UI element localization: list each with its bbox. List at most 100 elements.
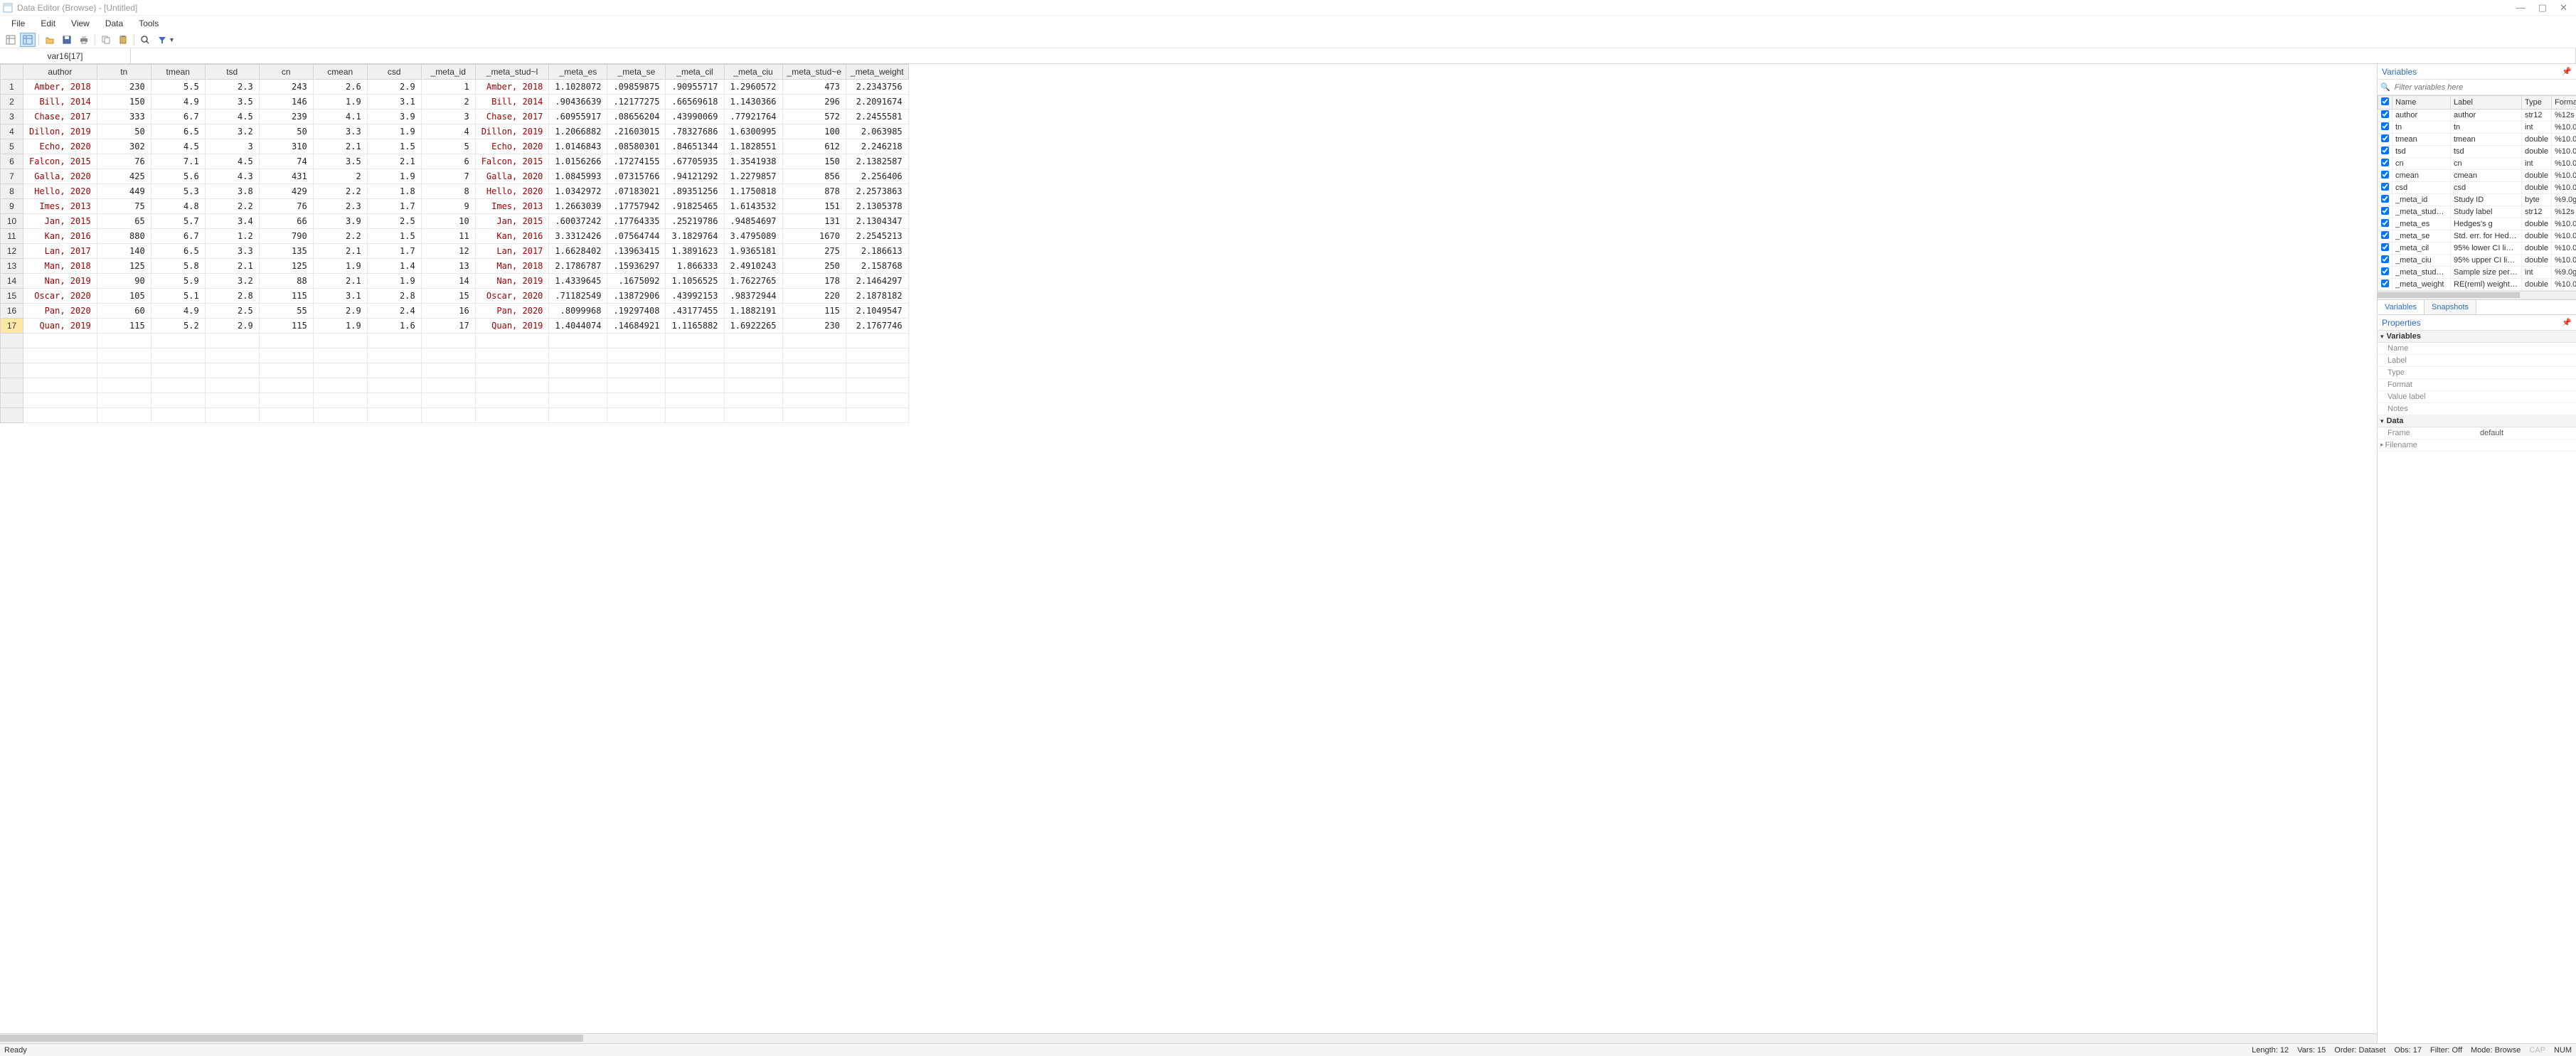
var-checkbox[interactable] (2381, 267, 2389, 275)
cell[interactable]: 1.9 (367, 274, 421, 289)
column-header[interactable]: _meta_weight (846, 65, 908, 80)
cell[interactable]: 76 (97, 154, 151, 169)
cell[interactable]: 3.5 (313, 154, 367, 169)
cell[interactable]: .15936297 (607, 259, 666, 274)
cell[interactable]: 125 (259, 259, 313, 274)
var-checkbox[interactable] (2381, 255, 2389, 263)
cell[interactable]: .60955917 (549, 110, 607, 124)
var-checkbox[interactable] (2381, 159, 2389, 166)
variable-row[interactable]: authorauthorstr12%12s (2378, 110, 2576, 122)
row-header[interactable]: 16 (1, 304, 23, 319)
var-checkbox[interactable] (2381, 171, 2389, 178)
variable-row[interactable]: _meta_weightRE(reml) weights for He...do… (2378, 279, 2576, 291)
var-checkbox[interactable] (2381, 134, 2389, 142)
column-header[interactable]: _meta_ciu (724, 65, 782, 80)
var-checkbox[interactable] (2381, 146, 2389, 154)
cell[interactable]: 2.3 (205, 80, 259, 95)
cell[interactable]: .17757942 (607, 199, 666, 214)
search-icon[interactable] (137, 33, 153, 47)
cell[interactable]: 2.3 (313, 199, 367, 214)
cell[interactable]: 243 (259, 80, 313, 95)
cell[interactable]: 8 (421, 184, 475, 199)
variable-row[interactable]: _meta_idStudy IDbyte%9.0g (2378, 194, 2576, 206)
variable-row[interactable]: _meta_cil95% lower CI limit for H...doub… (2378, 242, 2576, 255)
cell[interactable]: 1670 (782, 229, 846, 244)
cell[interactable]: 5.5 (151, 80, 205, 95)
cell[interactable]: 1.1056525 (666, 274, 724, 289)
cell[interactable]: .14684921 (607, 319, 666, 334)
variable-row[interactable]: _meta_studylabelStudy labelstr12%12s (2378, 206, 2576, 218)
cell[interactable]: 333 (97, 110, 151, 124)
cell[interactable]: 3.4 (205, 214, 259, 229)
cell[interactable]: 1 (421, 80, 475, 95)
cell[interactable]: 2.1 (313, 244, 367, 259)
cell[interactable]: 1.2960572 (724, 80, 782, 95)
menu-edit[interactable]: Edit (33, 17, 63, 30)
cell[interactable]: 2.1464297 (846, 274, 908, 289)
cell[interactable]: .94854697 (724, 214, 782, 229)
cell[interactable]: .19297408 (607, 304, 666, 319)
cell[interactable]: 1.4044074 (549, 319, 607, 334)
var-checkbox[interactable] (2381, 231, 2389, 239)
cell[interactable]: .90436639 (549, 95, 607, 110)
cell[interactable]: .13963415 (607, 244, 666, 259)
cell[interactable]: 3.5 (205, 95, 259, 110)
cell[interactable]: 1.0156266 (549, 154, 607, 169)
cell[interactable]: 3.1829764 (666, 229, 724, 244)
cell[interactable]: 2.1 (205, 259, 259, 274)
cell[interactable]: .43177455 (666, 304, 724, 319)
cell[interactable]: 5.9 (151, 274, 205, 289)
cell[interactable]: Falcon, 2015 (475, 154, 549, 169)
cell[interactable]: 310 (259, 139, 313, 154)
var-checkbox[interactable] (2381, 243, 2389, 251)
cell[interactable]: 1.9 (367, 169, 421, 184)
cell[interactable]: .43990069 (666, 110, 724, 124)
cell[interactable]: Chase, 2017 (23, 110, 97, 124)
cell[interactable]: 2.063985 (846, 124, 908, 139)
cell[interactable]: 4.5 (205, 110, 259, 124)
cell[interactable]: 2.1049547 (846, 304, 908, 319)
cell[interactable]: 1.2 (205, 229, 259, 244)
cell[interactable]: Kan, 2016 (23, 229, 97, 244)
cell[interactable]: Quan, 2019 (475, 319, 549, 334)
cell[interactable]: 3 (205, 139, 259, 154)
column-header[interactable]: tn (97, 65, 151, 80)
cell[interactable]: 1.866333 (666, 259, 724, 274)
cell[interactable]: .08580301 (607, 139, 666, 154)
cell[interactable]: .60037242 (549, 214, 607, 229)
cell[interactable]: 1.0845993 (549, 169, 607, 184)
cell[interactable]: 14 (421, 274, 475, 289)
cell[interactable]: 1.2279857 (724, 169, 782, 184)
var-checkbox[interactable] (2381, 279, 2389, 287)
var-checkbox[interactable] (2381, 183, 2389, 191)
cell[interactable]: 5.2 (151, 319, 205, 334)
props-section-data[interactable]: ▾ Data (2378, 415, 2576, 427)
cell[interactable]: 296 (782, 95, 846, 110)
cell[interactable]: 878 (782, 184, 846, 199)
row-header[interactable]: 10 (1, 214, 23, 229)
cell[interactable]: Amber, 2018 (23, 80, 97, 95)
column-header[interactable]: _meta_id (421, 65, 475, 80)
cell[interactable]: 4.9 (151, 95, 205, 110)
column-header[interactable]: _meta_se (607, 65, 666, 80)
cell[interactable]: .94121292 (666, 169, 724, 184)
cell-reference[interactable]: var16[17] (0, 48, 131, 63)
column-header[interactable]: tsd (205, 65, 259, 80)
variable-row[interactable]: _meta_studysizeSample size per studyint%… (2378, 267, 2576, 279)
cell[interactable]: 230 (97, 80, 151, 95)
cell[interactable]: 1.4339645 (549, 274, 607, 289)
variable-row[interactable]: _meta_esHedges's gdouble%10.0g (2378, 218, 2576, 230)
cell[interactable]: 50 (259, 124, 313, 139)
column-header[interactable]: _meta_es (549, 65, 607, 80)
cell[interactable]: 302 (97, 139, 151, 154)
cell[interactable]: 2.6 (313, 80, 367, 95)
cell[interactable]: 3.1 (367, 95, 421, 110)
cell[interactable]: 3.8 (205, 184, 259, 199)
cell[interactable]: 1.9 (367, 124, 421, 139)
cell[interactable]: 429 (259, 184, 313, 199)
row-header[interactable]: 12 (1, 244, 23, 259)
cell[interactable]: 2.2 (313, 184, 367, 199)
cell[interactable]: 2.1 (367, 154, 421, 169)
cell[interactable]: 3.3 (313, 124, 367, 139)
cell[interactable]: 2.4 (367, 304, 421, 319)
